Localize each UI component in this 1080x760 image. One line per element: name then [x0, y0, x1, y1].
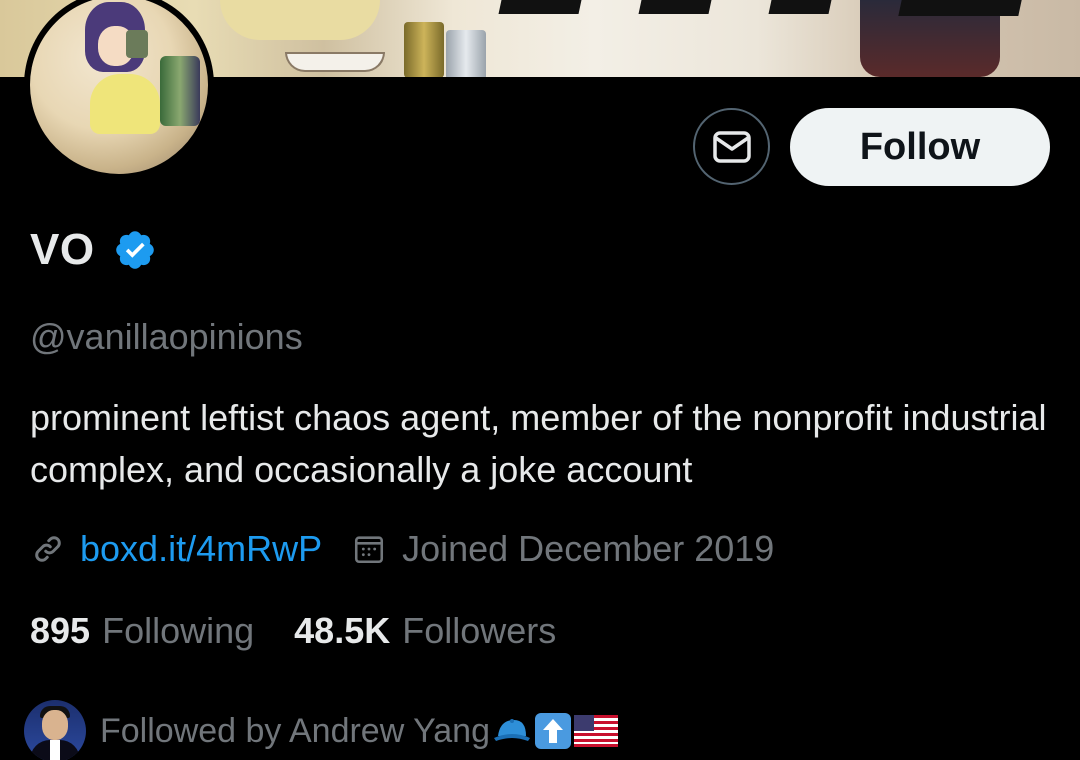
follow-button[interactable]: Follow — [790, 108, 1050, 186]
user-handle: @vanillaopinions — [30, 316, 303, 357]
profile-meta: boxd.it/4mRwP Joined December 2019 — [30, 528, 774, 570]
followers-count: 48.5K — [294, 610, 391, 651]
display-name: VO — [30, 225, 95, 274]
us-flag-icon — [574, 715, 618, 747]
profile-link[interactable]: boxd.it/4mRwP — [80, 528, 322, 570]
avatar-shirt — [90, 74, 160, 134]
follow-stats: 895 Following 48.5K Followers — [30, 610, 556, 652]
banner-can — [446, 30, 486, 77]
banner-lettering — [498, 0, 582, 14]
banner-bowl — [285, 52, 385, 72]
profile-bio: prominent leftist chaos agent, member of… — [30, 397, 1047, 490]
follower-avatar — [24, 700, 86, 760]
banner-lettering — [898, 0, 1022, 16]
follower-avatar-shirt — [50, 740, 60, 760]
followers-stat[interactable]: 48.5K Followers — [294, 610, 556, 652]
blue-cap-icon — [492, 716, 532, 746]
avatar-bottles — [160, 56, 200, 126]
follower-avatar-face — [42, 710, 68, 740]
name-row: VO — [30, 225, 157, 275]
calendar-icon — [355, 536, 384, 564]
verified-badge-icon[interactable] — [113, 228, 157, 272]
link-icon — [35, 536, 61, 562]
profile-avatar[interactable] — [24, 0, 214, 180]
avatar-can — [126, 30, 148, 58]
joined-date: Joined December 2019 — [402, 528, 775, 569]
banner-can — [404, 22, 444, 77]
following-stat[interactable]: 895 Following — [30, 610, 254, 652]
following-count: 895 — [30, 610, 91, 651]
banner-lettering — [638, 0, 712, 14]
envelope-icon — [712, 130, 751, 163]
message-button[interactable] — [693, 108, 770, 185]
banner-lettering — [768, 0, 832, 14]
banner-figure — [220, 0, 380, 40]
followed-by-text: Followed by Andrew Yang — [100, 711, 490, 750]
up-arrow-icon — [534, 712, 572, 750]
followers-label: Followers — [402, 610, 557, 651]
followed-by[interactable]: Followed by Andrew Yang — [24, 700, 618, 760]
avatar-image — [30, 0, 208, 174]
following-label: Following — [102, 610, 255, 651]
